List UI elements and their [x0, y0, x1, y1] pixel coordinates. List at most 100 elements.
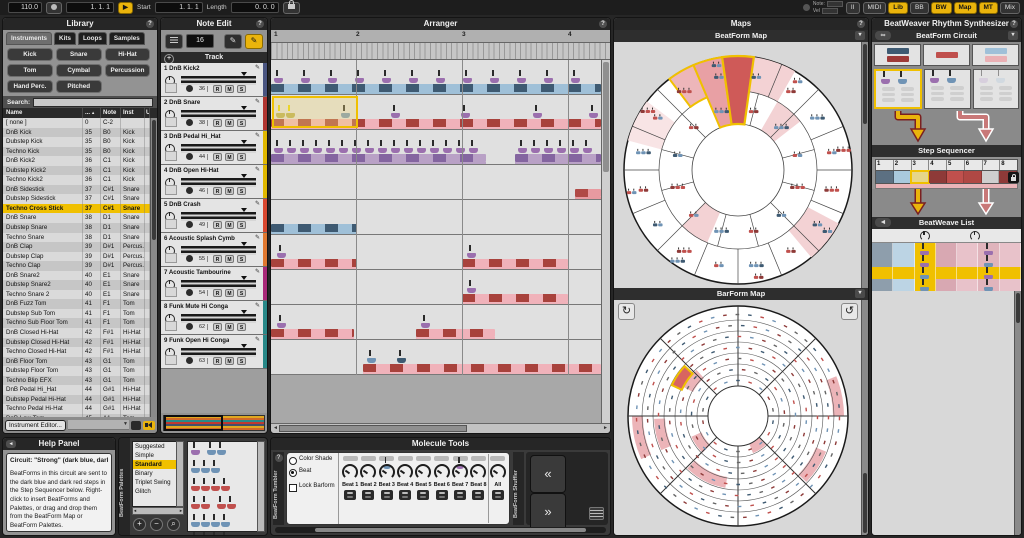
track-edit-icon[interactable]: ✎ — [255, 132, 260, 139]
note-glyph[interactable] — [391, 113, 400, 118]
library-row[interactable]: DnB Kick35B0Kick — [3, 128, 150, 138]
note-glyph[interactable] — [533, 113, 542, 118]
library-row[interactable]: DnB Snare240E1Snare — [3, 271, 150, 281]
note-glyph[interactable] — [517, 78, 526, 83]
column-header[interactable]: Inst — [121, 108, 145, 118]
beatform-slot[interactable] — [379, 456, 394, 461]
circuit-beatform-cell[interactable] — [924, 69, 970, 109]
help-icon[interactable]: ? — [146, 20, 154, 28]
note-glyph[interactable] — [467, 253, 476, 258]
track-pad[interactable] — [165, 321, 177, 331]
beatform-cluster[interactable] — [191, 518, 230, 528]
track-volume-slider[interactable] — [181, 280, 256, 289]
category-button-kick[interactable]: Kick — [7, 48, 53, 61]
beat-option-button[interactable] — [344, 490, 356, 500]
library-row[interactable]: Techno Pedal Hi-Hat44G#1Hi-Hat — [3, 404, 150, 414]
track-volume-slider[interactable] — [181, 348, 256, 357]
track-s-button[interactable]: S — [237, 85, 246, 93]
rotation-knob[interactable] — [342, 464, 358, 480]
step-7[interactable] — [982, 171, 1000, 183]
track-s-button[interactable]: S — [237, 221, 246, 229]
track-strip[interactable]: 8 Funk Mute Hi Conga✎62RMS — [161, 301, 267, 335]
track-m-button[interactable]: M — [225, 323, 234, 331]
track-m-button[interactable]: M — [225, 255, 234, 263]
track-preview-dot[interactable] — [186, 357, 193, 364]
rotate-cw-button[interactable]: ↻ — [618, 303, 635, 320]
note-glyph[interactable] — [277, 323, 286, 328]
library-row[interactable]: DnB Pedal Hi_Hat44G#1Hi-Hat — [3, 385, 150, 395]
category-button-hi-hat[interactable]: Hi-Hat — [105, 48, 151, 61]
library-row[interactable]: Techno Closed Hi-Hat42F#1Hi-Hat — [3, 347, 150, 357]
view-button-lib[interactable]: Lib — [888, 2, 908, 14]
add-track-button[interactable]: + — [164, 54, 174, 64]
note-glyph[interactable] — [382, 78, 391, 83]
library-row[interactable]: DnB Snare38D1Snare — [3, 213, 150, 223]
category-button-hand-perc-[interactable]: Hand Perc. — [7, 80, 53, 93]
grid-resolution-field[interactable]: 16 — [186, 34, 214, 48]
category-button-tom[interactable]: Tom — [7, 64, 53, 77]
view-button-bb[interactable]: BB — [910, 2, 929, 14]
column-header[interactable]: U — [145, 108, 150, 118]
track-r-button[interactable]: R — [213, 153, 222, 161]
note-glyph[interactable] — [467, 288, 476, 293]
rotate-ccw-button[interactable]: ↺ — [841, 303, 858, 320]
beatform-cluster[interactable] — [191, 446, 200, 456]
track-strip[interactable]: 1 DnB Kick2✎36RMS — [161, 63, 267, 97]
arranger-row[interactable] — [271, 165, 601, 200]
beatform-slot[interactable] — [343, 456, 358, 461]
library-row[interactable]: DnB Low Tom45A1Tom — [3, 414, 150, 417]
position-lock-button[interactable] — [283, 2, 300, 14]
color-shade-radio[interactable] — [289, 457, 297, 465]
library-row[interactable]: DnB Fuzz Tom41F1Tom — [3, 299, 150, 309]
lock-barform-checkbox[interactable] — [289, 484, 297, 492]
note-glyph[interactable] — [378, 148, 387, 153]
track-s-button[interactable]: S — [237, 119, 246, 127]
track-volume-slider[interactable] — [181, 246, 256, 255]
knob-icon[interactable] — [970, 231, 980, 241]
help-icon[interactable]: ? — [256, 20, 264, 28]
track-volume-slider[interactable] — [181, 212, 256, 221]
beat-option-button[interactable] — [399, 490, 411, 500]
track-edit-icon[interactable]: ✎ — [255, 302, 260, 309]
library-row[interactable]: Dubstep Sub Tom41F1Tom — [3, 309, 150, 319]
circuit-beatform-cell[interactable] — [874, 69, 922, 109]
track-pad[interactable] — [165, 83, 177, 93]
audition-button[interactable] — [143, 421, 155, 430]
circuit-beatform-cell[interactable] — [973, 69, 1019, 109]
position-field[interactable]: 1. 1. 1 — [66, 2, 114, 13]
beatweave-row[interactable] — [872, 267, 1021, 279]
rotation-knob[interactable] — [490, 464, 506, 480]
track-volume-slider[interactable] — [181, 314, 256, 323]
chevron-down-icon[interactable]: ▾ — [855, 31, 865, 40]
library-row[interactable]: [ none ]0C-2 — [3, 118, 150, 128]
beatform-cluster[interactable] — [217, 500, 236, 510]
beatform-slot[interactable] — [490, 456, 505, 461]
track-r-button[interactable]: R — [213, 255, 222, 263]
minimap-viewport[interactable] — [164, 415, 223, 431]
track-m-button[interactable]: M — [225, 119, 234, 127]
brush-tool-button[interactable]: ✎ — [224, 34, 242, 49]
track-s-button[interactable]: S — [237, 323, 246, 331]
search-input[interactable] — [33, 98, 153, 107]
help-icon[interactable]: ? — [275, 454, 283, 462]
length-field[interactable]: 0. 0. 0 — [231, 2, 279, 13]
knob-beat-8[interactable]: Beat 8 — [469, 454, 487, 523]
track-strip[interactable]: 4 DnB Open Hi-Hat✎46RMS — [161, 165, 267, 199]
library-row[interactable]: Dubstep Snare240E1Snare — [3, 280, 150, 290]
note-glyph[interactable] — [274, 148, 283, 153]
library-row[interactable]: DnB Closed Hi-Hat42F#1Hi-Hat — [3, 328, 150, 338]
library-row[interactable]: Dubstep Kick35B0Kick — [3, 137, 150, 147]
instrument-combo[interactable] — [68, 420, 129, 430]
track-preview-dot[interactable] — [186, 255, 193, 262]
tab-kits[interactable]: Kits — [54, 32, 76, 45]
track-edit-icon[interactable]: ✎ — [255, 268, 260, 275]
collapse-arrow-icon[interactable]: ◄ — [875, 218, 891, 227]
track-s-button[interactable]: S — [237, 187, 246, 195]
step-sequencer[interactable] — [875, 170, 1018, 189]
knob-beat-2[interactable]: Beat 2 — [359, 454, 377, 523]
chevron-down-icon[interactable]: ▾ — [1008, 31, 1018, 40]
note-glyph[interactable] — [544, 148, 553, 153]
library-scrollbar[interactable] — [150, 118, 157, 417]
collapse-arrow-icon[interactable]: ◄ — [6, 440, 16, 448]
bar-ruler[interactable]: 1234 — [271, 30, 610, 43]
